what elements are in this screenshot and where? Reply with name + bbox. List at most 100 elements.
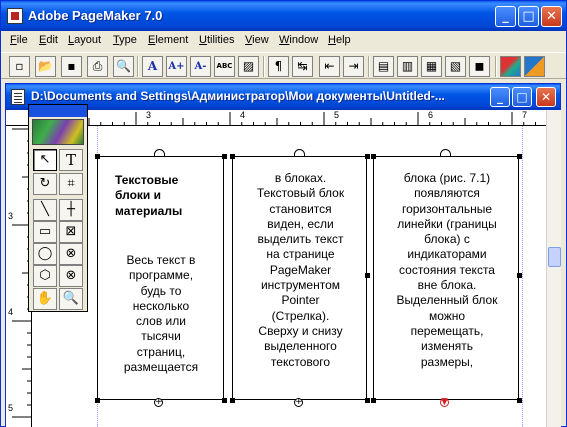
selection-handle[interactable]	[95, 398, 100, 403]
title-bar[interactable]: Adobe PageMaker 7.0 _ □ ✕	[1, 1, 566, 31]
rectangle-tool-icon[interactable]: ▭	[33, 221, 57, 243]
pagemaker-logo	[32, 119, 84, 145]
menu-bar: File Edit Layout Type Element Utilities …	[1, 31, 566, 51]
selection-handle[interactable]	[222, 154, 227, 159]
menu-edit[interactable]: Edit	[39, 34, 58, 46]
line-tool-icon[interactable]: ╲	[33, 199, 57, 221]
document-title-bar[interactable]: D:\Documents and Settings\Администратор\…	[6, 84, 560, 110]
selection-handle[interactable]	[371, 398, 376, 403]
pages-icon[interactable]: ▤	[373, 56, 394, 77]
selection-handle[interactable]	[517, 398, 522, 403]
menu-utilities[interactable]: Utilities	[199, 34, 234, 46]
ruler-label: 3	[8, 211, 14, 221]
colors-icon[interactable]: ◼	[469, 56, 490, 77]
maximize-button[interactable]: □	[518, 6, 539, 27]
menu-element[interactable]: Element	[148, 34, 188, 46]
block-body-text: блока (рис. 7.1) появляются горизонтальн…	[396, 171, 498, 369]
horizontal-ruler-ticks	[41, 112, 536, 125]
grow-font-icon[interactable]: A+	[166, 56, 187, 77]
story-editor-icon[interactable]: ▦	[421, 56, 442, 77]
menu-window[interactable]: Window	[279, 34, 318, 46]
text-block-1[interactable]: Текстовые блоки и материалы Весь текст в…	[97, 156, 224, 400]
text-block-2[interactable]: в блоках. Текстовый блок становится виде…	[232, 156, 367, 400]
new-document-icon[interactable]: ▫	[9, 56, 30, 77]
spelling-icon[interactable]: ABC	[214, 56, 235, 77]
minimize-button[interactable]: _	[495, 6, 516, 27]
ruler-label: 3	[146, 110, 152, 120]
top-windowshade-handle[interactable]	[154, 149, 165, 157]
menu-help[interactable]: Help	[328, 34, 351, 46]
app-title: Adobe PageMaker 7.0	[28, 8, 163, 23]
selection-handle[interactable]	[230, 398, 235, 403]
horizontal-ruler[interactable]: 2 3 4 5 6 7	[32, 110, 546, 126]
rotate-tool-icon[interactable]: ↻	[33, 173, 57, 195]
ruler-label: 4	[240, 110, 246, 120]
document-title: D:\Documents and Settings\Администратор\…	[31, 89, 445, 103]
toolbox-title-bar[interactable]	[29, 105, 87, 117]
top-windowshade-handle[interactable]	[294, 149, 305, 157]
block-body-text: в блоках. Текстовый блок становится виде…	[256, 171, 345, 369]
save-icon[interactable]: ▪	[61, 56, 82, 77]
text-block-3[interactable]: блока (рис. 7.1) появляются горизонтальн…	[373, 156, 519, 400]
layers-icon[interactable]: ▧	[445, 56, 466, 77]
outdent-icon[interactable]: ⇥	[343, 56, 364, 77]
shrink-font-icon[interactable]: A-	[190, 56, 211, 77]
pagemaker-app-icon[interactable]	[7, 8, 23, 24]
find-icon[interactable]: 🔍	[113, 56, 134, 77]
toolbar-separator	[495, 56, 497, 77]
selection-handle[interactable]	[95, 154, 100, 159]
constrained-line-tool-icon[interactable]: ┼	[59, 199, 83, 221]
selection-handle[interactable]	[365, 273, 370, 278]
standard-toolbar: ▫ 📂 ▪ ⎙ 🔍 A A+ A- ABC ▨ ¶ ↹ ⇤ ⇥ ▤ ▥ ▦ ▧ …	[1, 52, 566, 79]
pointer-tool-icon[interactable]: ↖	[33, 149, 57, 171]
font-icon[interactable]: A	[142, 56, 163, 77]
text-tool-icon[interactable]: T	[59, 149, 83, 171]
image-icon[interactable]	[500, 56, 521, 77]
doc-minimize-button[interactable]: _	[490, 87, 510, 107]
hand-tool-icon[interactable]: ✋	[33, 288, 57, 310]
selection-handle[interactable]	[365, 154, 370, 159]
document-icon[interactable]	[11, 89, 25, 105]
plugin-icon[interactable]	[524, 56, 545, 77]
close-button[interactable]: ✕	[541, 6, 562, 27]
ruler-label: 6	[428, 110, 434, 120]
style-icon[interactable]: ▨	[238, 56, 259, 77]
indent-icon[interactable]: ⇤	[319, 56, 340, 77]
overflow-windowshade-handle[interactable]: ▼	[440, 398, 449, 407]
selection-handle[interactable]	[365, 398, 370, 403]
ruler-label: 5	[8, 403, 14, 413]
selection-handle[interactable]	[517, 154, 522, 159]
print-icon[interactable]: ⎙	[87, 56, 108, 77]
pagemaker-window: Adobe PageMaker 7.0 _ □ ✕ File Edit Layo…	[0, 0, 567, 427]
menu-file[interactable]: File	[10, 34, 28, 46]
selection-handle[interactable]	[230, 154, 235, 159]
rectangle-frame-tool-icon[interactable]: ⊠	[59, 221, 83, 243]
bottom-windowshade-handle[interactable]: +	[154, 398, 163, 407]
menu-type[interactable]: Type	[113, 34, 137, 46]
selection-handle[interactable]	[222, 398, 227, 403]
paragraph-icon[interactable]: ¶	[268, 56, 289, 77]
selection-handle[interactable]	[517, 273, 522, 278]
selection-handle[interactable]	[371, 154, 376, 159]
menu-layout[interactable]: Layout	[68, 34, 101, 46]
scroll-thumb[interactable]	[548, 247, 561, 267]
block-body-text: Весь текст в программе, будь то нескольк…	[123, 253, 199, 375]
ellipse-frame-tool-icon[interactable]: ⊗	[59, 243, 83, 265]
open-folder-icon[interactable]: 📂	[35, 56, 56, 77]
vertical-scrollbar[interactable]	[546, 110, 561, 427]
column-guide	[522, 126, 523, 427]
crop-tool-icon[interactable]: ⌗	[59, 173, 83, 195]
bottom-windowshade-handle[interactable]: +	[294, 398, 303, 407]
ellipse-tool-icon[interactable]: ◯	[33, 243, 57, 265]
toolbox-palette: ↖ T ↻ ⌗ ╲ ┼ ▭ ⊠ ◯ ⊗ ⬡ ⊗ ✋ 🔍	[28, 104, 88, 312]
tabs-icon[interactable]: ↹	[292, 56, 313, 77]
doc-close-button[interactable]: ✕	[536, 87, 556, 107]
menu-view[interactable]: View	[245, 34, 269, 46]
zoom-tool-icon[interactable]: 🔍	[59, 288, 83, 310]
polygon-tool-icon[interactable]: ⬡	[33, 265, 57, 287]
doc-maximize-button[interactable]: □	[512, 87, 532, 107]
top-windowshade-handle[interactable]	[440, 149, 451, 157]
block-heading: Текстовые блоки и материалы	[115, 173, 183, 218]
polygon-frame-tool-icon[interactable]: ⊗	[59, 265, 83, 287]
view-icon[interactable]: ▥	[397, 56, 418, 77]
